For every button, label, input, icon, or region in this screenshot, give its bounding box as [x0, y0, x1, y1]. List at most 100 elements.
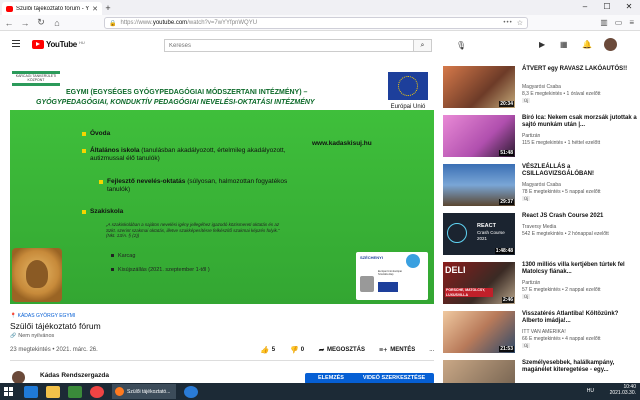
playlist-add-icon: ≡+ — [379, 346, 388, 354]
browser-extras: ▥ ▭ ≡ — [600, 18, 634, 27]
slide-website: www.kadaskisuj.hu — [312, 140, 372, 147]
windows-taskbar: Szülői tájékoztató... — [0, 383, 640, 400]
menu-icon[interactable]: ≡ — [629, 18, 634, 27]
home-icon[interactable]: ⌂ — [52, 18, 62, 28]
bullet-szakiskola: Szakiskola — [81, 208, 124, 215]
video-actions: 👍 5 👎 0 ➦ MEGOSZTÁS ≡+ MENTÉS ... — [260, 346, 434, 355]
browser-tab-strip: Szülői tájékoztató fórum - Y ✕ + – ☐ ✕ — [0, 0, 640, 15]
apps-icon[interactable]: ▦ — [560, 40, 568, 49]
share-icon: ➦ — [318, 347, 324, 354]
sidebar-icon[interactable]: ▭ — [615, 18, 623, 27]
szechenyi-small-text: Európai Unió Európai Szociális Alap — [378, 270, 402, 276]
save-button[interactable]: ≡+ MENTÉS — [379, 347, 415, 354]
firefox-icon — [115, 387, 124, 396]
language-indicator[interactable]: HU — [587, 388, 594, 394]
back-icon[interactable]: ← — [4, 18, 14, 28]
list-item[interactable]: REACT Crash Course 2021 1:48:48 React JS… — [443, 213, 640, 259]
guide-menu-icon[interactable] — [12, 40, 20, 48]
thumbs-down-icon: 👎 — [289, 347, 298, 354]
hungarian-coat-of-arms-icon — [360, 276, 374, 292]
owner-name[interactable]: Kádas Rendszergazda — [40, 372, 109, 379]
slide-body: www.kadaskisuj.hu Óvoda Általános iskola… — [10, 110, 434, 304]
firefox-task-button[interactable]: Szülői tájékoztató... — [112, 384, 176, 399]
windows-start-icon[interactable] — [0, 383, 16, 400]
bullet-ovoda: Óvoda — [81, 130, 111, 137]
school-logo: KARCAGI TANKERÜLETI KÖZPONT — [12, 70, 60, 96]
list-item[interactable]: DELI PORSCHE, MATOLCSY, LUXUSVILLA 2:46 … — [443, 262, 640, 308]
dislike-button[interactable]: 👎 0 — [289, 346, 304, 354]
media-player-icon[interactable] — [68, 385, 82, 398]
edge-icon[interactable] — [184, 385, 198, 398]
eu-label: Európai Unió — [390, 104, 426, 110]
list-item[interactable]: 29:37 VÉSZLEÁLLÁS a CSILLAGVIZSGÁLÓBAN! … — [443, 164, 640, 210]
location-pin-icon: 📍 — [10, 313, 18, 319]
view-count-date: 23 megtekintés • 2021. márc. 26. — [10, 347, 98, 353]
minimize-icon[interactable]: – — [574, 0, 596, 13]
reload-icon[interactable]: ↻ — [36, 17, 46, 28]
bullet-altalanos: Általános iskola (tanulásban akadályozot… — [82, 147, 310, 163]
browser-tab[interactable]: Szülői tájékoztató fórum - Y ✕ — [2, 2, 102, 15]
divider — [10, 360, 434, 361]
page-actions-icon[interactable]: ••• — [503, 20, 512, 26]
visibility-badge: 🔗 Nem nyilvános — [10, 333, 55, 339]
eu-small-flag-icon — [378, 282, 398, 292]
szechenyi-logo-block: SZÉCHENYI Európai Unió Európai Szociális… — [356, 252, 428, 300]
address-bar[interactable]: 🔒 https://www. youtube.com/watch?v=7wYYfp… — [104, 17, 528, 29]
youtube-country-code: HU — [78, 40, 85, 45]
maximize-icon[interactable]: ☐ — [596, 0, 618, 13]
create-video-icon[interactable]: ▶ — [539, 40, 545, 49]
channel-tag[interactable]: 📍 KÁDAS GYÖRGY EGYMI — [10, 313, 75, 319]
window-controls: – ☐ ✕ — [574, 0, 640, 13]
youtube-favicon-icon — [6, 5, 13, 12]
youtube-play-icon — [32, 40, 44, 49]
video-thumbnail[interactable]: REACT Crash Course 2021 1:48:48 — [443, 213, 515, 255]
browser-toolbar: ← → ↻ ⌂ 🔒 https://www. youtube.com/watch?… — [0, 15, 640, 31]
youtube-logo[interactable]: YouTube HU — [32, 40, 85, 49]
url-path: /watch?v=7wYYfpnWQYU — [187, 20, 258, 26]
institution-line-2: GYÓGYPEDAGÓGIAI, KONDUKTÍV PEDAGÓGIAI NE… — [36, 99, 315, 106]
search-icon[interactable]: ⌕ — [413, 40, 431, 51]
bullet-fejleszto: Fejlesztő nevelés-oktatás (súlyosan, hal… — [99, 178, 303, 194]
notifications-bell-icon[interactable]: 🔔 — [582, 40, 592, 49]
library-icon[interactable]: ▥ — [600, 18, 608, 27]
video-thumbnail[interactable]: DELI PORSCHE, MATOLCSY, LUXUSVILLA 2:46 — [443, 262, 515, 304]
file-explorer-icon[interactable] — [46, 385, 60, 398]
list-item[interactable]: 20:34 ÁTVERT egy RAVASZ LAKÓAUTÓS!! Magy… — [443, 66, 640, 112]
url-prefix: https://www. — [120, 20, 153, 26]
chrome-icon[interactable] — [90, 385, 104, 398]
list-item[interactable]: 51:48 Bíró Ica: Nekem csak morzsák jutot… — [443, 115, 640, 161]
account-avatar[interactable] — [604, 38, 617, 51]
youtube-header: YouTube HU ⌕ 🎙 ▶ ▦ 🔔 — [0, 31, 640, 59]
system-clock[interactable]: 10:40 2021.03.30. — [610, 384, 636, 396]
browser-tab-title: Szülői tájékoztató fórum - Y — [16, 5, 90, 12]
youtube-logo-text: YouTube — [46, 40, 77, 49]
slide-sub-kisujszallas: Kisújszállás (2021. szeptember 1-től ) — [111, 267, 210, 273]
list-item[interactable]: 21:53 Visszatérés Atlantiba! Költözünk? … — [443, 311, 640, 357]
thumbs-up-icon: 👍 — [260, 347, 269, 354]
forward-icon[interactable]: → — [20, 18, 30, 28]
video-thumbnail[interactable]: 29:37 — [443, 164, 515, 206]
video-player[interactable]: KARCAGI TANKERÜLETI KÖZPONT EGYMI (EGYSÉ… — [10, 66, 434, 304]
search-input[interactable] — [165, 40, 413, 51]
slide-quote: „A szakiskolában a sajátos nevelési igén… — [106, 222, 280, 238]
eu-flag-icon — [388, 72, 428, 100]
bookmark-star-icon[interactable]: ☆ — [517, 19, 523, 27]
more-actions-button[interactable]: ... — [429, 347, 434, 353]
microphone-icon[interactable]: 🎙 — [456, 41, 466, 50]
close-window-icon[interactable]: ✕ — [618, 0, 640, 13]
video-thumbnail[interactable]: 21:53 — [443, 311, 515, 353]
szechenyi-logo-text: SZÉCHENYI — [360, 255, 383, 260]
lock-icon: 🔒 — [109, 20, 117, 27]
institution-line-1: EGYMI (EGYSÉGES GYÓGYPEDAGÓGIAI MÓDSZERT… — [66, 89, 308, 96]
url-domain: youtube.com — [152, 20, 188, 26]
video-thumbnail[interactable]: 20:34 — [443, 66, 515, 108]
internet-explorer-icon[interactable] — [24, 385, 38, 398]
unlisted-link-icon: 🔗 — [10, 333, 17, 339]
new-tab-button[interactable]: + — [102, 2, 114, 15]
like-button[interactable]: 👍 5 — [260, 346, 275, 354]
video-thumbnail[interactable]: 51:48 — [443, 115, 515, 157]
close-tab-icon[interactable]: ✕ — [92, 5, 98, 13]
share-button[interactable]: ➦ MEGOSZTÁS — [318, 346, 365, 354]
search-box: ⌕ — [164, 39, 432, 52]
slide-sub-karcag: Karcag — [110, 253, 136, 259]
